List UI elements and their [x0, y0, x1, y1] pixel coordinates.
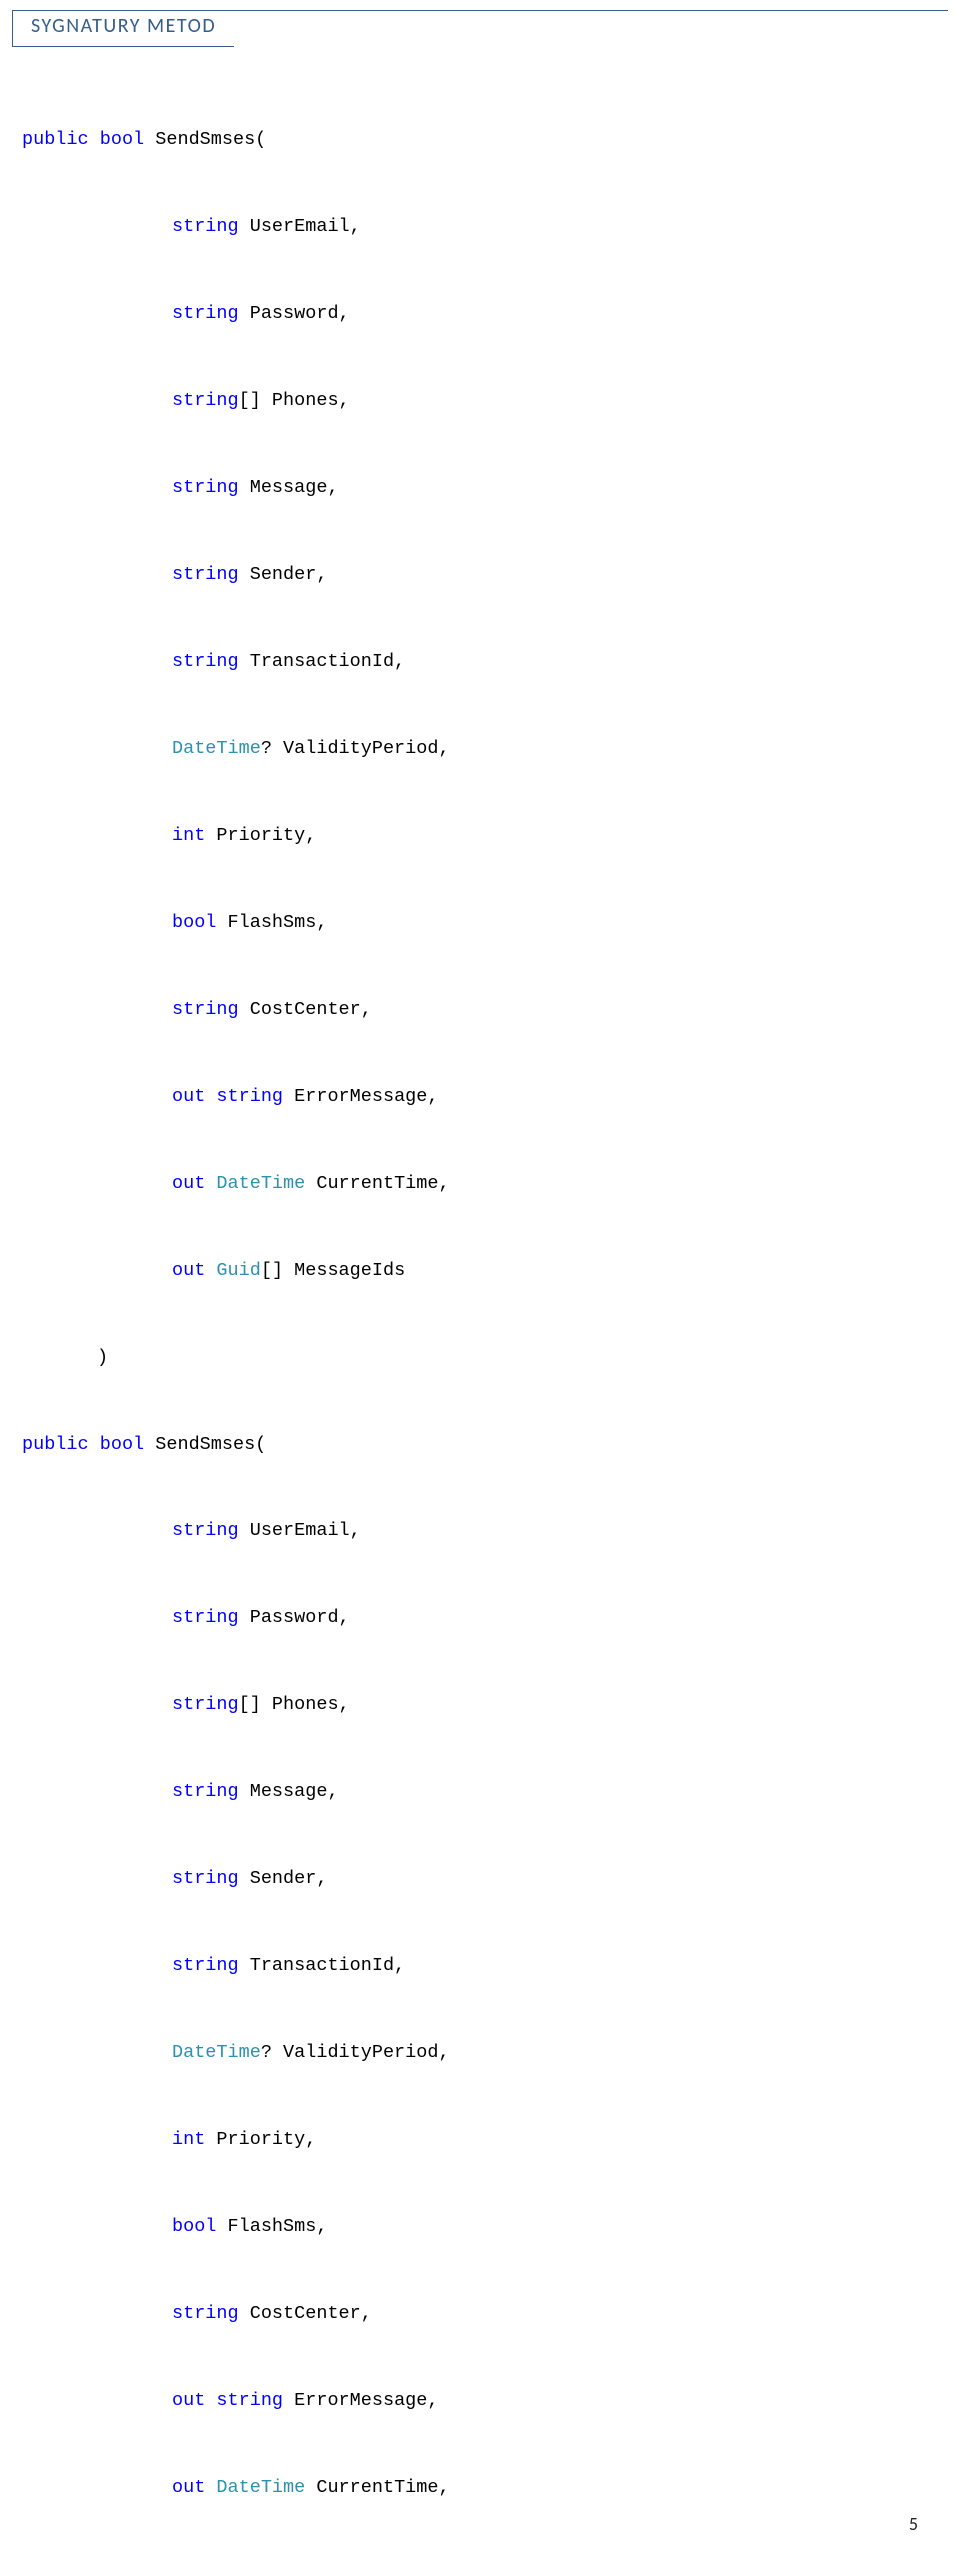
type-string: string	[172, 216, 239, 237]
param-line: out DateTime CurrentTime,	[22, 1162, 960, 1205]
type-string: string	[172, 1694, 239, 1715]
keyword-public: public	[22, 1434, 89, 1455]
param-line: string CostCenter,	[22, 988, 960, 1031]
keyword-out: out	[172, 1260, 216, 1281]
param-rest: [] MessageIds	[261, 1260, 405, 1281]
page-number: 5	[909, 2513, 918, 2535]
param-rest: TransactionId,	[239, 1955, 406, 1976]
param-rest: Priority,	[205, 2129, 316, 2150]
type-string: string	[172, 999, 239, 1020]
type-string: string	[172, 564, 239, 585]
type-string: string	[172, 1781, 239, 1802]
param-rest: TransactionId,	[239, 651, 406, 672]
param-line: bool FlashSms,	[22, 901, 960, 944]
type-string: string	[172, 303, 239, 324]
param-line: int Priority,	[22, 2118, 960, 2161]
type-string: string	[172, 1607, 239, 1628]
param-rest: FlashSms,	[216, 912, 327, 933]
close-paren: )	[22, 1336, 960, 1379]
keyword-out: out	[172, 1173, 216, 1194]
param-rest: ErrorMessage,	[283, 2390, 438, 2411]
param-line: out DateTime CurrentTime,	[22, 2466, 960, 2509]
keyword-bool: bool	[100, 129, 144, 150]
param-rest: ? ValidityPeriod,	[261, 738, 450, 759]
type-string: string	[172, 390, 239, 411]
param-rest: UserEmail,	[239, 1520, 361, 1541]
param-rest: [] Phones,	[239, 390, 350, 411]
param-rest: Sender,	[239, 564, 328, 585]
method-decl-1: public bool SendSmses(	[22, 118, 960, 161]
type-datetime: DateTime	[216, 1173, 305, 1194]
param-line: DateTime? ValidityPeriod,	[22, 2031, 960, 2074]
param-rest: CostCenter,	[239, 999, 372, 1020]
param-line: string Password,	[22, 292, 960, 335]
param-line: string UserEmail,	[22, 205, 960, 248]
param-rest: ? ValidityPeriod,	[261, 2042, 450, 2063]
keyword-out: out	[172, 2390, 216, 2411]
param-rest: Password,	[239, 1607, 350, 1628]
param-rest: [] Phones,	[239, 1694, 350, 1715]
param-line: string Sender,	[22, 1857, 960, 1900]
type-bool: bool	[172, 2216, 216, 2237]
type-string: string	[216, 1086, 283, 1107]
param-rest: FlashSms,	[216, 2216, 327, 2237]
param-line: DateTime? ValidityPeriod,	[22, 727, 960, 770]
param-rest: CurrentTime,	[305, 2477, 449, 2498]
param-rest: Sender,	[239, 1868, 328, 1889]
type-guid: Guid	[216, 1260, 260, 1281]
type-bool: bool	[172, 912, 216, 933]
param-line: string Sender,	[22, 553, 960, 596]
keyword-out: out	[172, 2477, 216, 2498]
param-line: bool FlashSms,	[22, 2205, 960, 2248]
param-rest: UserEmail,	[239, 216, 361, 237]
param-line: string TransactionId,	[22, 1944, 960, 1987]
type-datetime: DateTime	[172, 738, 261, 759]
type-datetime: DateTime	[216, 2477, 305, 2498]
param-line: int Priority,	[22, 814, 960, 857]
param-line: out string ErrorMessage,	[22, 1075, 960, 1118]
type-int: int	[172, 2129, 205, 2150]
param-line: out string ErrorMessage,	[22, 2379, 960, 2422]
keyword-out: out	[172, 1086, 216, 1107]
keyword-public: public	[22, 129, 89, 150]
type-int: int	[172, 825, 205, 846]
param-rest: Priority,	[205, 825, 316, 846]
param-line: string Message,	[22, 466, 960, 509]
param-rest: CostCenter,	[239, 2303, 372, 2324]
param-rest: Password,	[239, 303, 350, 324]
method-name: SendSmses(	[144, 1434, 266, 1455]
type-string: string	[172, 2303, 239, 2324]
type-string: string	[172, 1868, 239, 1889]
param-rest: Message,	[239, 1781, 339, 1802]
param-line: string[] Phones,	[22, 379, 960, 422]
param-rest: CurrentTime,	[305, 1173, 449, 1194]
code-block: public bool SendSmses( string UserEmail,…	[0, 47, 960, 2553]
type-string: string	[172, 1955, 239, 1976]
param-rest: Message,	[239, 477, 339, 498]
param-rest: ErrorMessage,	[283, 1086, 438, 1107]
param-line: string CostCenter,	[22, 2292, 960, 2335]
param-line: out Guid[] MessageIds	[22, 1249, 960, 1292]
type-string: string	[216, 2390, 283, 2411]
param-line: string TransactionId,	[22, 640, 960, 683]
type-string: string	[172, 1520, 239, 1541]
keyword-bool: bool	[100, 1434, 144, 1455]
method-decl-2: public bool SendSmses(	[22, 1423, 960, 1466]
type-datetime: DateTime	[172, 2042, 261, 2063]
param-line: string UserEmail,	[22, 1509, 960, 1552]
type-string: string	[172, 477, 239, 498]
param-line: string Message,	[22, 1770, 960, 1813]
method-name: SendSmses(	[144, 129, 266, 150]
section-title: SYGNATURY METOD	[12, 11, 234, 47]
param-line: string[] Phones,	[22, 1683, 960, 1726]
param-line: string Password,	[22, 1596, 960, 1639]
type-string: string	[172, 651, 239, 672]
